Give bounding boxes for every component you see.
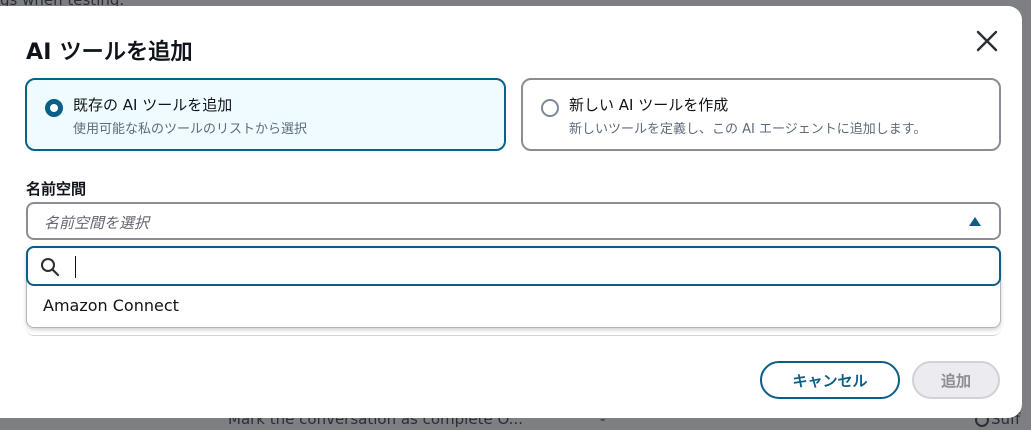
radio-unselected-icon[interactable]: [541, 99, 559, 117]
modal-title: AI ツールを追加: [26, 40, 193, 65]
namespace-dropdown: Amazon Connect: [26, 246, 1001, 328]
search-icon: [41, 258, 60, 277]
namespace-option-amazon-connect[interactable]: Amazon Connect: [43, 296, 179, 315]
cancel-button[interactable]: キャンセル: [760, 361, 900, 399]
close-icon: [976, 30, 998, 52]
option-create-tool-description: 新しいツールを定義し、この AI エージェントに追加します。: [569, 122, 927, 137]
namespace-filter-field[interactable]: [26, 246, 1001, 286]
add-ai-tool-modal: AI ツールを追加 既存の AI ツールを追加 使用可能な私のツールのリストから…: [0, 6, 1022, 418]
close-button[interactable]: [972, 26, 1002, 56]
option-existing-tool-description: 使用可能な私のツールのリストから選択: [73, 122, 308, 137]
option-create-tool-label: 新しい AI ツールを作成: [569, 96, 729, 114]
option-existing-tool[interactable]: 既存の AI ツールを追加 使用可能な私のツールのリストから選択: [25, 78, 506, 151]
option-create-tool[interactable]: 新しい AI ツールを作成 新しいツールを定義し、この AI エージェントに追加…: [521, 78, 1001, 151]
text-cursor: [75, 256, 76, 278]
namespace-select-placeholder: 名前空間を選択: [44, 214, 150, 232]
add-button[interactable]: 追加: [912, 361, 1000, 399]
caret-up-icon: [969, 217, 981, 226]
namespace-filter-input[interactable]: [74, 254, 974, 278]
radio-selected-icon[interactable]: [45, 99, 63, 117]
namespace-label: 名前空間: [26, 180, 87, 198]
namespace-select[interactable]: 名前空間を選択: [26, 202, 1001, 240]
option-existing-tool-label: 既存の AI ツールを追加: [73, 96, 233, 114]
